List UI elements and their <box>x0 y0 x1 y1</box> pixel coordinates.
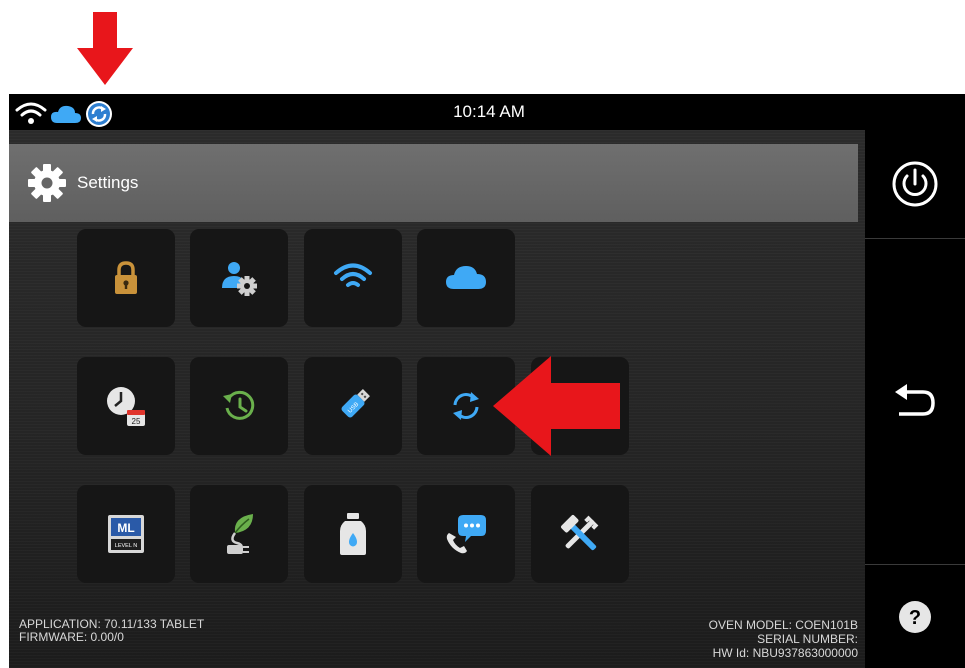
tile-security[interactable] <box>77 229 175 327</box>
right-panel: ? <box>865 130 965 668</box>
footer-version-info: APPLICATION: 70.11/133 TABLET FIRMWARE: … <box>19 618 204 644</box>
help-button[interactable]: ? <box>865 565 965 668</box>
cloud-icon <box>446 266 486 289</box>
footer-oven-info: OVEN MODEL: COEN101B SERIAL NUMBER: HW I… <box>709 618 858 660</box>
status-bar: 10:14 AM <box>9 94 965 130</box>
tile-cloud[interactable] <box>417 229 515 327</box>
phone-chat-icon <box>446 515 486 554</box>
sync-icon <box>86 101 112 127</box>
svg-text:LEVEL N: LEVEL N <box>115 543 137 549</box>
clock-calendar-icon: 25 <box>107 387 145 426</box>
header-bar: Settings <box>9 144 858 222</box>
wifi-icon <box>15 102 47 124</box>
serial-number: SERIAL NUMBER: <box>757 632 858 646</box>
usb-drive-icon: USB <box>341 389 370 418</box>
page-title: Settings <box>77 173 139 192</box>
back-button[interactable] <box>865 239 965 564</box>
back-icon <box>895 383 935 416</box>
oven-screen: 10:14 AM Settings 25 USB ML LEVEL N APPL… <box>9 94 965 668</box>
gear-icon <box>28 164 66 202</box>
annotation-arrow-left <box>493 356 620 456</box>
level-ml-icon: ML LEVEL N <box>108 515 144 553</box>
tile-history[interactable] <box>190 357 288 455</box>
history-icon <box>223 390 255 420</box>
power-icon <box>892 161 938 207</box>
sync-icon <box>453 392 479 420</box>
help-icon: ? <box>899 600 931 633</box>
main-area: Settings 25 USB ML LEVEL N APPLICATION: … <box>9 130 865 668</box>
tile-water[interactable] <box>304 485 402 583</box>
annotation-arrow-down <box>77 12 133 85</box>
leaf-plug-icon <box>227 514 253 554</box>
padlock-icon <box>115 261 137 294</box>
power-button[interactable] <box>865 130 965 238</box>
tools-icon <box>561 515 599 551</box>
wifi-icon <box>334 263 372 287</box>
tile-eco-power[interactable] <box>190 485 288 583</box>
tile-date-time[interactable]: 25 <box>77 357 175 455</box>
status-icons <box>15 101 112 127</box>
clock: 10:14 AM <box>453 102 525 121</box>
firmware-version: FIRMWARE: 0.00/0 <box>19 630 124 644</box>
tile-user-settings[interactable] <box>190 229 288 327</box>
svg-text:25: 25 <box>132 417 141 426</box>
user-gear-icon <box>222 262 257 296</box>
tile-usb[interactable]: USB <box>304 357 402 455</box>
tile-contact[interactable] <box>417 485 515 583</box>
svg-text:?: ? <box>909 607 921 629</box>
water-bottle-icon <box>340 513 366 555</box>
cloud-icon <box>51 105 81 123</box>
oven-model: OVEN MODEL: COEN101B <box>708 618 858 632</box>
svg-text:ML: ML <box>117 521 134 535</box>
hw-id: HW Id: NBU937863000000 <box>712 646 858 660</box>
tile-wifi[interactable] <box>304 229 402 327</box>
tile-level[interactable]: ML LEVEL N <box>77 485 175 583</box>
tile-service-tools[interactable] <box>531 485 629 583</box>
